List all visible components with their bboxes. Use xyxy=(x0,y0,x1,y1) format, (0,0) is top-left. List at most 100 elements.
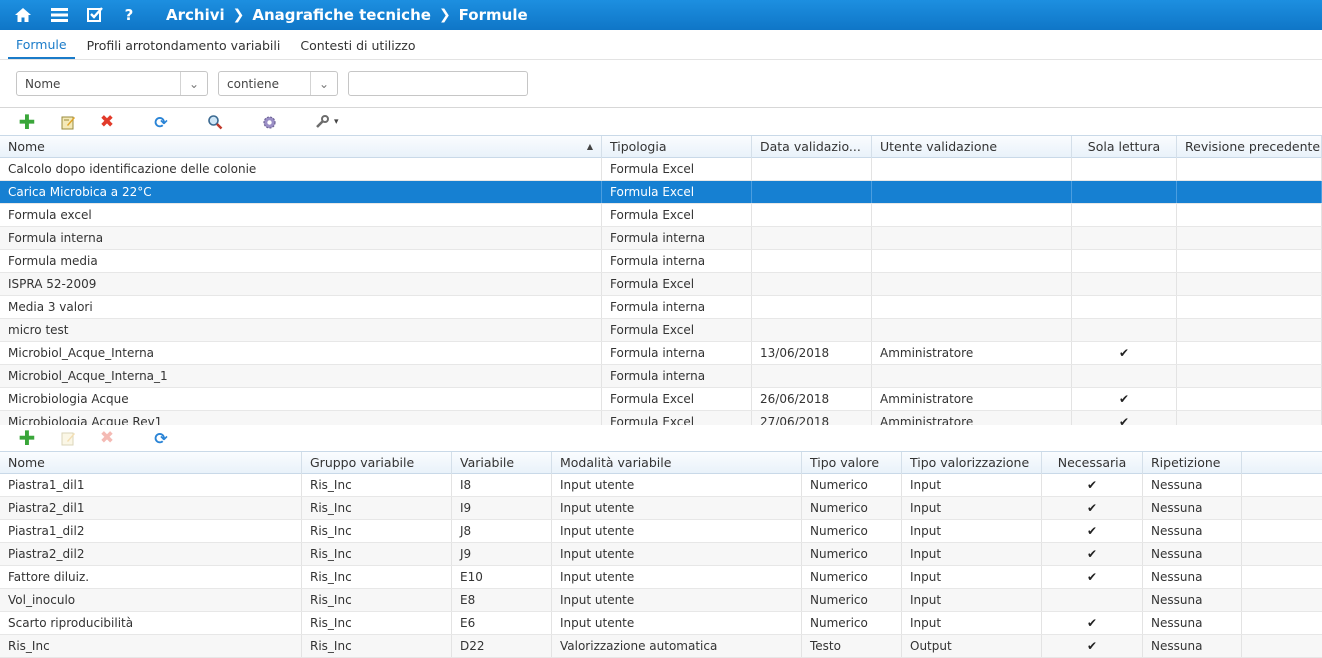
table-row[interactable]: Ris_Inc Ris_Inc D22 Valorizzazione automati… xyxy=(0,635,1322,658)
filter-operator-select[interactable]: contiene ⌄ xyxy=(218,71,338,96)
table-cell: Input xyxy=(902,497,1042,519)
column-header[interactable]: Variabile xyxy=(452,452,552,474)
filter-field-value: Nome xyxy=(25,76,61,91)
table-cell xyxy=(1177,296,1322,318)
menu-icon[interactable] xyxy=(41,0,77,30)
column-header[interactable]: Sola lettura xyxy=(1072,136,1177,158)
table-row[interactable]: micro test Formula Excel xyxy=(0,319,1322,342)
table-cell: Numerico xyxy=(802,566,902,588)
filter-field-select[interactable]: Nome ⌄ xyxy=(16,71,208,96)
column-header[interactable]: Ripetizione xyxy=(1143,452,1242,474)
table-row[interactable]: Formula interna Formula interna xyxy=(0,227,1322,250)
table-row[interactable]: Vol_inoculo Ris_Inc E8 Input utente Numerico… xyxy=(0,589,1322,612)
column-header[interactable]: Tipo valorizzazione xyxy=(902,452,1042,474)
column-header[interactable]: Nome xyxy=(0,452,302,474)
table-cell: Nessuna xyxy=(1143,520,1242,542)
table-row[interactable]: Piastra1_dil1 Ris_Inc I8 Input utente Numeri… xyxy=(0,474,1322,497)
tab-contesti-utilizzo[interactable]: Contesti di utilizzo xyxy=(292,38,423,59)
tasks-icon[interactable] xyxy=(77,0,113,30)
delete-icon[interactable]: ✖ xyxy=(98,112,116,132)
table-cell: D22 xyxy=(452,635,552,657)
table-cell: Ris_Inc xyxy=(302,635,452,657)
table-row[interactable]: Microbiologia Acque Rev1 Formula Excel 27/… xyxy=(0,411,1322,425)
column-header[interactable]: Gruppo variabile xyxy=(302,452,452,474)
table-row[interactable]: Carica Microbica a 22°C Formula Excel xyxy=(0,181,1322,204)
top-bar: ? Archivi ❯ Anagrafiche tecniche ❯ Formu… xyxy=(0,0,1322,30)
table-cell xyxy=(1177,204,1322,226)
column-header[interactable]: Tipo valore xyxy=(802,452,902,474)
add-icon[interactable]: ✚ xyxy=(18,110,36,134)
table-cell: Ris_Inc xyxy=(0,635,302,657)
table-cell: Input xyxy=(902,589,1042,611)
table-cell xyxy=(1072,365,1177,387)
settings-icon[interactable] xyxy=(260,113,278,131)
table-cell xyxy=(752,158,872,180)
chevron-down-icon: ⌄ xyxy=(310,72,337,95)
help-icon[interactable]: ? xyxy=(111,0,147,30)
column-header[interactable]: Nome ▲ xyxy=(0,136,602,158)
search-icon[interactable] xyxy=(206,113,224,131)
table-row[interactable]: Microbiol_Acque_Interna Formula interna 13… xyxy=(0,342,1322,365)
table-cell: Ris_Inc xyxy=(302,497,452,519)
breadcrumb-formule: Formule xyxy=(458,6,528,24)
table-row[interactable]: Scarto riproducibilità Ris_Inc E6 Input ute… xyxy=(0,612,1322,635)
table-cell: Vol_inoculo xyxy=(0,589,302,611)
column-header[interactable]: Necessaria xyxy=(1042,452,1143,474)
table-cell xyxy=(872,250,1072,272)
table-row[interactable]: ISPRA 52-2009 Formula Excel xyxy=(0,273,1322,296)
home-icon[interactable] xyxy=(5,0,41,30)
column-header[interactable]: Tipologia xyxy=(602,136,752,158)
tab-formule[interactable]: Formule xyxy=(8,37,75,59)
table-cell xyxy=(1177,273,1322,295)
delete-icon[interactable]: ✖ xyxy=(98,428,116,448)
refresh-icon[interactable]: ⟳ xyxy=(152,113,170,132)
edit-icon[interactable] xyxy=(59,113,77,131)
table-cell: Amministratore xyxy=(872,388,1072,410)
edit-icon[interactable] xyxy=(59,429,77,447)
table-cell xyxy=(872,204,1072,226)
table-cell: Input xyxy=(902,566,1042,588)
table-row[interactable]: Microbiol_Acque_Interna_1 Formula interna xyxy=(0,365,1322,388)
table-cell: J8 xyxy=(452,520,552,542)
wrench-icon[interactable]: ▾ xyxy=(314,113,350,131)
formule-grid-header: Nome ▲ Tipologia Data validazio... Utente va… xyxy=(0,135,1322,158)
breadcrumb-archivi[interactable]: Archivi xyxy=(166,6,225,24)
table-row[interactable]: Fattore diluiz. Ris_Inc E10 Input utente Num… xyxy=(0,566,1322,589)
column-header[interactable]: Data validazio... xyxy=(752,136,872,158)
column-header[interactable]: Modalità variabile xyxy=(552,452,802,474)
table-cell: Microbiol_Acque_Interna xyxy=(0,342,602,364)
add-icon[interactable]: ✚ xyxy=(18,426,36,450)
chevron-down-icon: ⌄ xyxy=(180,72,207,95)
table-row[interactable]: Piastra2_dil1 Ris_Inc I9 Input utente Numeri… xyxy=(0,497,1322,520)
tab-profili-arrotondamento[interactable]: Profili arrotondamento variabili xyxy=(79,38,289,59)
table-cell: Microbiologia Acque Rev1 xyxy=(0,411,602,425)
table-row[interactable]: Calcolo dopo identificazione delle colon… xyxy=(0,158,1322,181)
table-row[interactable]: Formula media Formula interna xyxy=(0,250,1322,273)
table-row[interactable]: Piastra1_dil2 Ris_Inc J8 Input utente Numeri… xyxy=(0,520,1322,543)
table-cell: Piastra2_dil2 xyxy=(0,543,302,565)
filter-bar: Nome ⌄ contiene ⌄ xyxy=(0,60,1322,108)
table-cell: E6 xyxy=(452,612,552,634)
table-cell: Formula Excel xyxy=(602,158,752,180)
table-cell: ✔ xyxy=(1042,635,1143,657)
table-cell: Microbiologia Acque xyxy=(0,388,602,410)
table-cell: ✔ xyxy=(1042,543,1143,565)
chevron-right-icon: ❯ xyxy=(438,7,451,23)
table-cell: ✔ xyxy=(1042,520,1143,542)
table-row[interactable]: Formula excel Formula Excel xyxy=(0,204,1322,227)
variabili-grid: Nome Gruppo variabile Variabile Modalità va… xyxy=(0,451,1322,658)
breadcrumb-anagrafiche[interactable]: Anagrafiche tecniche xyxy=(252,6,431,24)
table-cell xyxy=(752,250,872,272)
refresh-icon[interactable]: ⟳ xyxy=(152,429,170,448)
table-cell: ISPRA 52-2009 xyxy=(0,273,602,295)
table-row[interactable]: Media 3 valori Formula interna xyxy=(0,296,1322,319)
table-cell: ✔ xyxy=(1072,411,1177,425)
table-row[interactable]: Microbiologia Acque Formula Excel 26/06/20… xyxy=(0,388,1322,411)
table-row[interactable]: Piastra2_dil2 Ris_Inc J9 Input utente Numeri… xyxy=(0,543,1322,566)
column-header[interactable]: Revisione precedente xyxy=(1177,136,1322,158)
table-cell: Formula Excel xyxy=(602,204,752,226)
chevron-right-icon: ❯ xyxy=(232,7,245,23)
table-cell: Numerico xyxy=(802,520,902,542)
filter-value-input[interactable] xyxy=(348,71,528,96)
column-header[interactable]: Utente validazione xyxy=(872,136,1072,158)
